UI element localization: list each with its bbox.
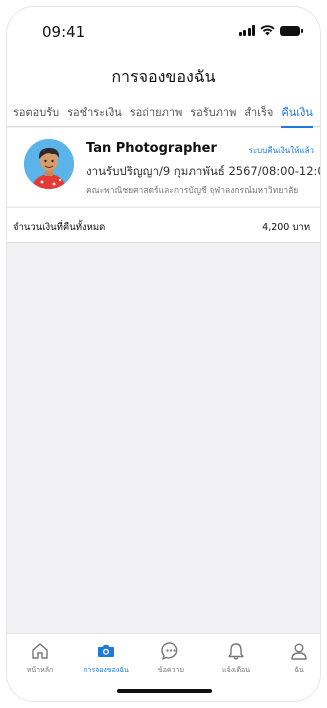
refund-status-label: ระบบคืนเงินให้แล้ว — [248, 146, 314, 155]
home-indicator — [117, 689, 212, 693]
user-icon — [288, 640, 310, 662]
tab-pending-accept[interactable]: รอตอบรับ — [9, 97, 63, 127]
camera-icon — [95, 640, 117, 662]
nav-my-bookings[interactable]: การจองของฉัน — [76, 640, 136, 676]
nav-profile[interactable]: ฉัน — [269, 640, 320, 676]
page-title: การจองของฉัน — [111, 66, 216, 86]
phone-screen: 09:41 การจองของฉัน รอตอบรับ รอชำระเงิน ร… — [6, 6, 321, 702]
refund-total-row: จำนวนเงินที่คืนทั้งหมด 4,200 บาท — [7, 207, 320, 243]
tab-completed[interactable]: สำเร็จ — [240, 97, 277, 127]
nav-home-label: หน้าหลัก — [26, 666, 54, 674]
photographer-name: Tan Photographer — [86, 141, 217, 156]
tab-pending-photos[interactable]: รอรับภาพ — [186, 97, 240, 127]
booking-card[interactable]: Tan Photographer ระบบคืนเงินให้แล้ว งานร… — [7, 128, 320, 206]
nav-notifications-label: แจ้งเตือน — [222, 666, 250, 674]
booking-tabs: รอตอบรับ รอชำระเงิน รอถ่ายภาพ รอรับภาพ ส… — [7, 97, 320, 128]
nav-home[interactable]: หน้าหลัก — [10, 640, 70, 676]
tab-pending-payment[interactable]: รอชำระเงิน — [63, 97, 126, 127]
photographer-avatar-image — [24, 139, 74, 189]
avatar — [24, 139, 74, 189]
home-icon — [29, 640, 51, 662]
nav-messages-label: ข้อความ — [157, 666, 185, 674]
nav-profile-label: ฉัน — [294, 666, 304, 674]
status-bar: 09:41 — [7, 7, 320, 57]
bell-icon — [225, 640, 247, 662]
status-icons — [238, 25, 303, 36]
nav-messages[interactable]: ข้อความ — [141, 640, 201, 676]
header: การจองของฉัน — [7, 57, 320, 97]
tab-pending-shoot[interactable]: รอถ่ายภาพ — [126, 97, 186, 127]
wifi-icon — [260, 25, 275, 36]
chat-icon — [160, 640, 182, 662]
refund-total-value: 4,200 บาท — [262, 222, 310, 233]
status-time: 09:41 — [42, 23, 86, 41]
tab-refund[interactable]: คืนเงิน — [277, 97, 317, 128]
booking-detail: งานรับปริญญา/9 กุมภาพันธ์ 2567/08:00-12:… — [86, 164, 320, 178]
signal-icon — [238, 25, 255, 36]
battery-icon — [280, 25, 303, 36]
bottom-nav: หน้าหลัก การจองของฉัน ข้อความ แจ้งเตือน … — [7, 633, 320, 701]
booking-location: คณะพาณิชยศาสตร์และการบัญชี จุฬาลงกรณ์มหา… — [86, 186, 299, 196]
nav-my-bookings-label: การจองของฉัน — [83, 666, 129, 674]
nav-notifications[interactable]: แจ้งเตือน — [206, 640, 266, 676]
refund-total-label: จำนวนเงินที่คืนทั้งหมด — [13, 222, 106, 233]
